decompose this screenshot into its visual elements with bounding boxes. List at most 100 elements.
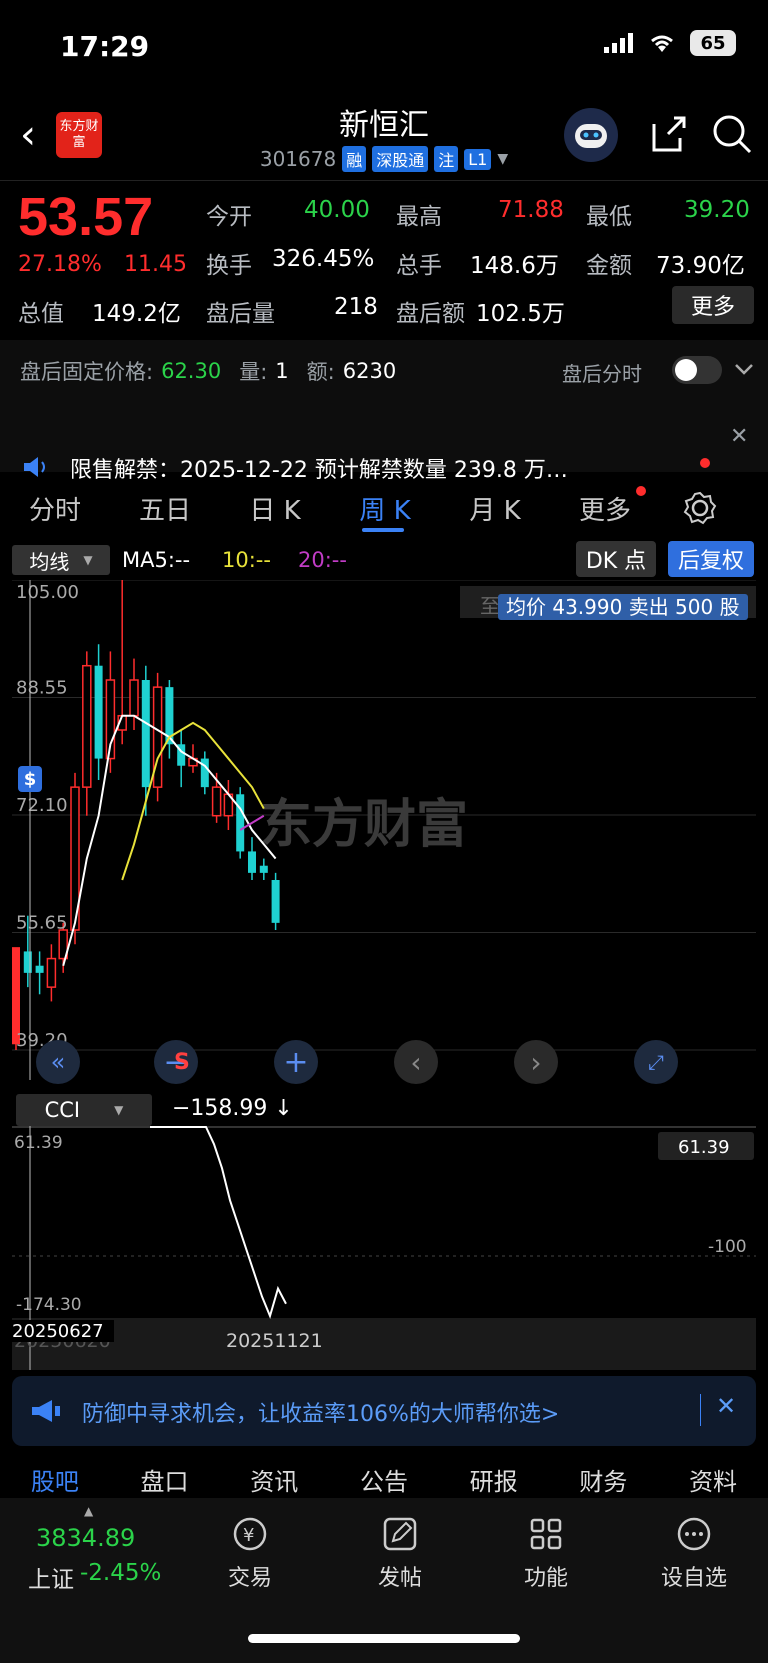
cci-chart[interactable]: 61.39 -174.30 -100 61.39 20250620 202506… xyxy=(0,1126,768,1370)
candle-body xyxy=(211,786,222,817)
nav-functions[interactable]: 功能 xyxy=(506,1560,586,1592)
cci-badge: 61.39 xyxy=(678,1137,730,1158)
after-amount-value: 102.5万 xyxy=(476,301,565,327)
y-tick-label: 72.10 xyxy=(16,795,68,816)
tab-daily[interactable]: 日 K xyxy=(220,490,330,527)
fixed-qty-label: 量: xyxy=(239,360,268,384)
open-label: 今开 xyxy=(206,204,252,230)
amount-value: 73.90亿 xyxy=(656,253,745,279)
fixed-qty-value: 1 xyxy=(275,359,289,383)
tab-intraday[interactable]: 分时 xyxy=(0,490,110,527)
open-value: 40.00 xyxy=(304,197,370,223)
candle-body xyxy=(129,679,139,717)
sell-marker: S xyxy=(174,1050,190,1075)
candle-body xyxy=(236,794,245,852)
close-icon[interactable]: ✕ xyxy=(730,424,748,449)
stock-code: 301678 xyxy=(259,147,337,171)
tag-level: L1 xyxy=(464,148,492,170)
status-icons: 65 xyxy=(604,30,736,56)
tab-more-label: 更多 xyxy=(578,495,631,526)
change-amount: 11.45 xyxy=(124,252,187,277)
after-volume-label: 盘后量 xyxy=(206,301,275,327)
y-tick-label: 88.55 xyxy=(16,678,68,699)
home-indicator xyxy=(248,1634,520,1643)
kline-chart[interactable]: 东方财富 105.0088.5572.1055.6539.20 xyxy=(0,580,768,1080)
after-hours-toggle[interactable] xyxy=(672,356,722,384)
fixed-amt-value: 6230 xyxy=(342,359,397,383)
tab-weekly[interactable]: 周 K xyxy=(330,490,440,527)
dollar-badge-icon[interactable]: $ xyxy=(18,766,42,792)
low-label: 最低 xyxy=(586,204,632,230)
promo-banner[interactable]: 防御中寻求机会，让收益率106%的大师帮你选> ✕ xyxy=(12,1376,756,1446)
chevron-down-icon[interactable] xyxy=(734,362,754,376)
functions-grid-icon[interactable] xyxy=(524,1514,568,1554)
watermark: 东方财富 xyxy=(260,795,468,855)
ma-dropdown[interactable]: 均线 ▼ xyxy=(12,545,110,575)
index-change[interactable]: -2.45% xyxy=(80,1560,161,1586)
chart-period-tabs: 分时 五日 日 K 周 K 月 K 更多 xyxy=(0,482,768,534)
turnover-label: 换手 xyxy=(206,253,252,279)
jump-start-icon[interactable]: « xyxy=(36,1040,80,1084)
scroll-left-icon[interactable]: ‹ xyxy=(394,1040,438,1084)
after-volume-value: 218 xyxy=(334,294,378,320)
indicator-dropdown-label: CCI xyxy=(44,1098,81,1122)
chevron-down-icon: ▼ xyxy=(83,553,93,567)
cci-axis-bottom: -174.30 xyxy=(16,1295,82,1315)
index-label[interactable]: 上证 xyxy=(28,1560,74,1594)
indicator-dropdown[interactable]: CCI ▼ xyxy=(16,1094,152,1126)
candle-body xyxy=(46,957,57,988)
search-icon[interactable] xyxy=(710,112,754,156)
nav-post[interactable]: 发帖 xyxy=(360,1560,440,1592)
candle-body xyxy=(259,865,268,873)
robot-assistant-icon[interactable] xyxy=(564,108,618,162)
cci-axis-top: 61.39 xyxy=(14,1133,63,1153)
volume-value: 148.6万 xyxy=(470,253,559,279)
speaker-icon xyxy=(24,457,45,477)
ma20-legend: 20:-- xyxy=(298,548,347,572)
candle-body xyxy=(82,664,92,788)
candle-body xyxy=(271,880,280,923)
svg-text:¥: ¥ xyxy=(243,1525,254,1546)
tag-margin: 融 xyxy=(342,146,367,172)
wifi-icon xyxy=(651,35,673,52)
trade-icon[interactable]: ¥ xyxy=(228,1514,272,1554)
candle-body xyxy=(141,680,150,788)
close-icon[interactable]: ✕ xyxy=(716,1392,736,1420)
ma10-legend: 10:-- xyxy=(222,548,271,572)
adjust-button[interactable]: 后复权 xyxy=(668,541,754,577)
tab-more[interactable]: 更多 xyxy=(550,485,660,527)
fullscreen-icon[interactable]: ⤢ xyxy=(634,1040,678,1084)
chevron-down-icon[interactable]: ▼ xyxy=(497,151,508,167)
turnover-value: 326.45% xyxy=(272,246,375,272)
amount-label: 金额 xyxy=(586,253,632,279)
candle-body xyxy=(248,851,256,873)
tab-monthly[interactable]: 月 K xyxy=(440,490,550,527)
more-dots-icon[interactable] xyxy=(672,1514,716,1554)
scroll-right-icon[interactable]: › xyxy=(514,1040,558,1084)
date-crosshair: 20250627 xyxy=(12,1321,104,1342)
after-hours-toggle-label: 盘后分时 xyxy=(562,362,642,386)
mktcap-value: 149.2亿 xyxy=(92,301,181,327)
candle-body xyxy=(23,951,32,973)
more-button[interactable]: 更多 xyxy=(672,286,754,324)
cci-value: −158.99 ↓ xyxy=(172,1096,293,1121)
ma5-legend: MA5:-- xyxy=(122,548,191,572)
tag-connect: 深股通 xyxy=(372,146,429,172)
nav-watchlist[interactable]: 设自选 xyxy=(650,1560,738,1592)
tab-five-day[interactable]: 五日 xyxy=(110,490,220,527)
settings-gear-icon[interactable] xyxy=(680,488,720,528)
index-value[interactable]: 3834.89 xyxy=(36,1524,135,1552)
trade-tooltip[interactable]: 均价 43.990 卖出 500 股 xyxy=(498,594,748,620)
y-tick-label: 55.65 xyxy=(16,913,68,934)
ma-dropdown-label: 均线 xyxy=(29,549,70,574)
zoom-in-icon[interactable]: + xyxy=(274,1040,318,1084)
chevron-down-icon: ▼ xyxy=(114,1103,124,1117)
post-icon[interactable] xyxy=(378,1514,422,1554)
share-icon[interactable] xyxy=(646,112,690,156)
tag-registered: 注 xyxy=(434,146,459,172)
header-divider xyxy=(0,180,768,181)
nav-trade[interactable]: 交易 xyxy=(210,1560,290,1592)
dk-point-button[interactable]: DK 点 xyxy=(576,541,656,577)
high-value: 71.88 xyxy=(498,197,564,223)
notice-text[interactable]: 限售解禁：2025-12-22 预计解禁数量 239.8 万… xyxy=(70,452,568,484)
